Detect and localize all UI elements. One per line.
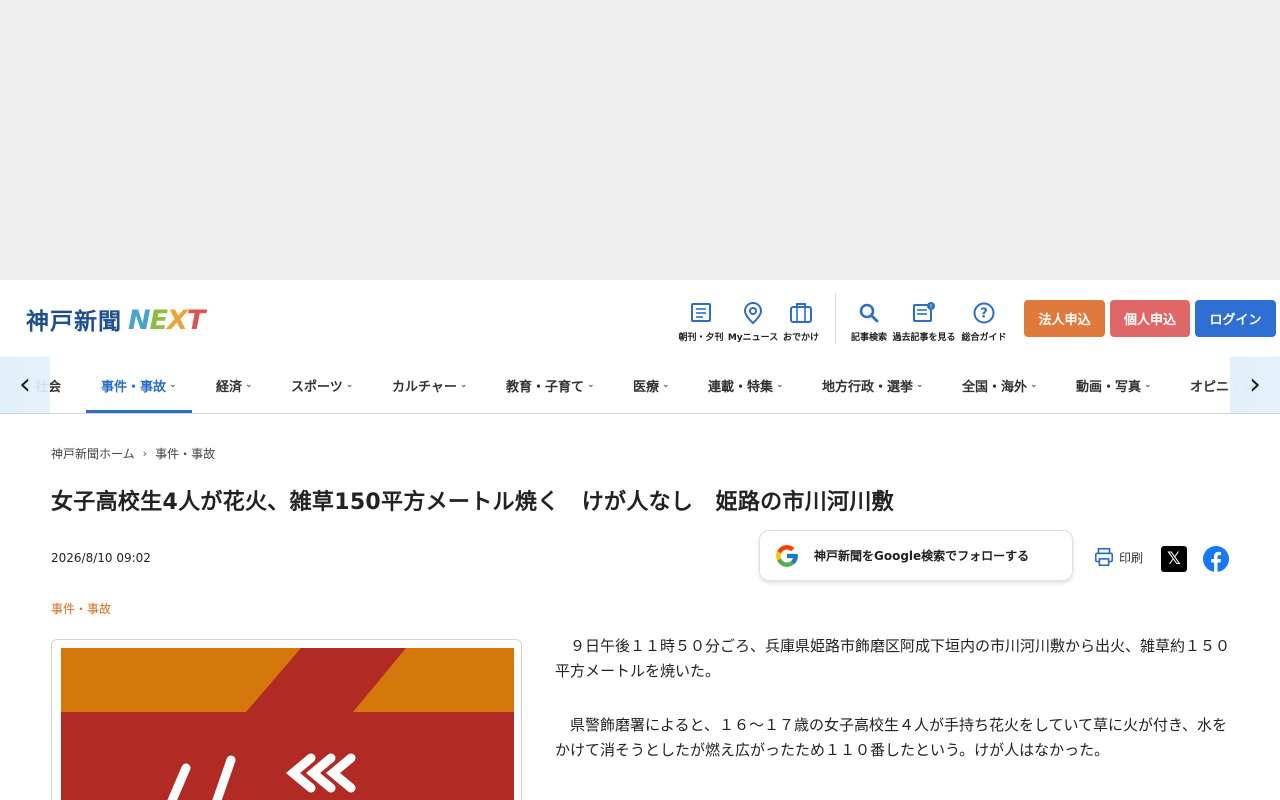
nav-item-local-gov[interactable]: 地方行政・選挙 ⌄: [822, 357, 924, 413]
chevron-down-icon: ⌄: [1030, 380, 1038, 390]
article-paragraph: ９日午後１１時５０分ごろ、兵庫県姫路市飾磨区阿成下垣内の市川河川敷から出火、雑草…: [555, 637, 1231, 680]
breadcrumb: 神戸新聞ホーム › 事件・事故: [51, 445, 215, 462]
svg-text:!: !: [930, 304, 932, 311]
nav-item-culture[interactable]: カルチャー ⌄: [392, 357, 467, 413]
chevron-right-icon: ›: [1249, 367, 1261, 402]
chevron-down-icon: ⌄: [245, 380, 253, 390]
category-nav: 社会 事件・事故⌄ 経済⌄ スポーツ⌄ カルチャー⌄ 教育・子育て⌄ 医療⌄ 連…: [0, 357, 1280, 414]
chevron-down-icon: ⌄: [459, 380, 468, 390]
util-guide[interactable]: ? 総合ガイド: [954, 300, 1014, 343]
util-odekake[interactable]: おでかけ: [771, 300, 831, 343]
search-icon: [859, 303, 879, 323]
logo-text: 神戸新聞: [26, 309, 122, 335]
nav-item-video[interactable]: 動画・写真 ⌄: [1076, 357, 1152, 413]
breadcrumb-current[interactable]: 事件・事故: [155, 445, 215, 462]
nav-active-indicator: [86, 410, 192, 413]
google-follow-label: 神戸新聞をGoogle検索でフォローする: [814, 549, 1030, 563]
svg-text:?: ?: [980, 307, 988, 322]
fire-illustration: [61, 648, 514, 800]
site-header: 神戸新聞 NEXT 朝刊・夕刊 Myニュース おでかけ 記事検索 ! 過去記事を…: [0, 280, 1280, 357]
article-photo: [51, 639, 522, 800]
nav-item-series[interactable]: 連載・特集 ⌄: [708, 357, 784, 413]
site-logo[interactable]: 神戸新聞 NEXT: [26, 302, 205, 336]
nav-item-national[interactable]: 全国・海外 ⌄: [962, 357, 1038, 413]
article-category[interactable]: 事件・事故: [51, 600, 111, 617]
login-button[interactable]: ログイン: [1195, 300, 1276, 337]
nav-item-education[interactable]: 教育・子育て ⌄: [506, 357, 595, 413]
print-label: 印刷: [1119, 550, 1144, 565]
personal-signup-button[interactable]: 個人申込: [1110, 300, 1190, 337]
article-date: 2026/8/10 09:02: [51, 551, 151, 565]
chevron-down-icon: ⌄: [345, 380, 354, 390]
nav-next-button[interactable]: ›: [1230, 357, 1280, 413]
breadcrumb-home[interactable]: 神戸新聞ホーム: [51, 445, 135, 462]
nav-item-incidents[interactable]: 事件・事故 ⌄: [101, 357, 177, 413]
help-icon: ?: [973, 302, 995, 324]
logo-next: NEXT: [128, 305, 205, 336]
util-newspaper[interactable]: 朝刊・夕刊: [671, 300, 731, 343]
nav-prev-button[interactable]: ‹: [0, 357, 50, 413]
article-body: ９日午後１１時５０分ごろ、兵庫県姫路市飾磨区阿成下垣内の市川河川敷から出火、雑草…: [555, 634, 1235, 792]
x-icon: 𝕏: [1167, 549, 1181, 569]
chevron-down-icon: ⌄: [916, 380, 924, 390]
newspaper-icon: [691, 303, 711, 322]
x-share-button[interactable]: 𝕏: [1161, 546, 1187, 572]
map-pin-icon: [743, 301, 763, 325]
breadcrumb-separator: ›: [142, 447, 148, 460]
chevron-left-icon: ‹: [19, 367, 31, 402]
chevron-down-icon: ⌄: [662, 380, 670, 390]
facebook-share-icon[interactable]: [1203, 546, 1229, 572]
article-title: 女子高校生4人が花火、雑草150平方メートル焼く けが人なし 姫路の市川河川敷: [51, 490, 894, 515]
nav-item-medical[interactable]: 医療 ⌄: [633, 357, 670, 413]
chevron-down-icon: ⌄: [776, 380, 784, 390]
ad-area: [0, 0, 1280, 280]
suitcase-icon: [790, 303, 812, 323]
article-paragraph: 県警飾磨署によると、１６～１７歳の女子高校生４人が手持ち花火をしていて草に火が付…: [555, 716, 1228, 759]
corporate-signup-button[interactable]: 法人申込: [1024, 300, 1105, 337]
util-search[interactable]: 記事検索: [839, 300, 899, 343]
google-follow-button[interactable]: 神戸新聞をGoogle検索でフォローする: [759, 530, 1073, 581]
nav-item-economy[interactable]: 経済 ⌄: [216, 357, 253, 413]
util-archive[interactable]: ! 過去記事を見る: [893, 300, 956, 343]
print-button[interactable]: 印刷: [1093, 546, 1143, 568]
google-icon: [776, 544, 798, 567]
archive-icon: !: [913, 302, 935, 322]
chevron-down-icon: ⌄: [1144, 380, 1152, 390]
nav-item-sports[interactable]: スポーツ ⌄: [291, 357, 353, 413]
header-divider: [835, 293, 836, 344]
chevron-down-icon: ⌄: [587, 380, 595, 390]
chevron-down-icon: ⌄: [169, 380, 177, 390]
printer-icon: [1094, 547, 1114, 567]
